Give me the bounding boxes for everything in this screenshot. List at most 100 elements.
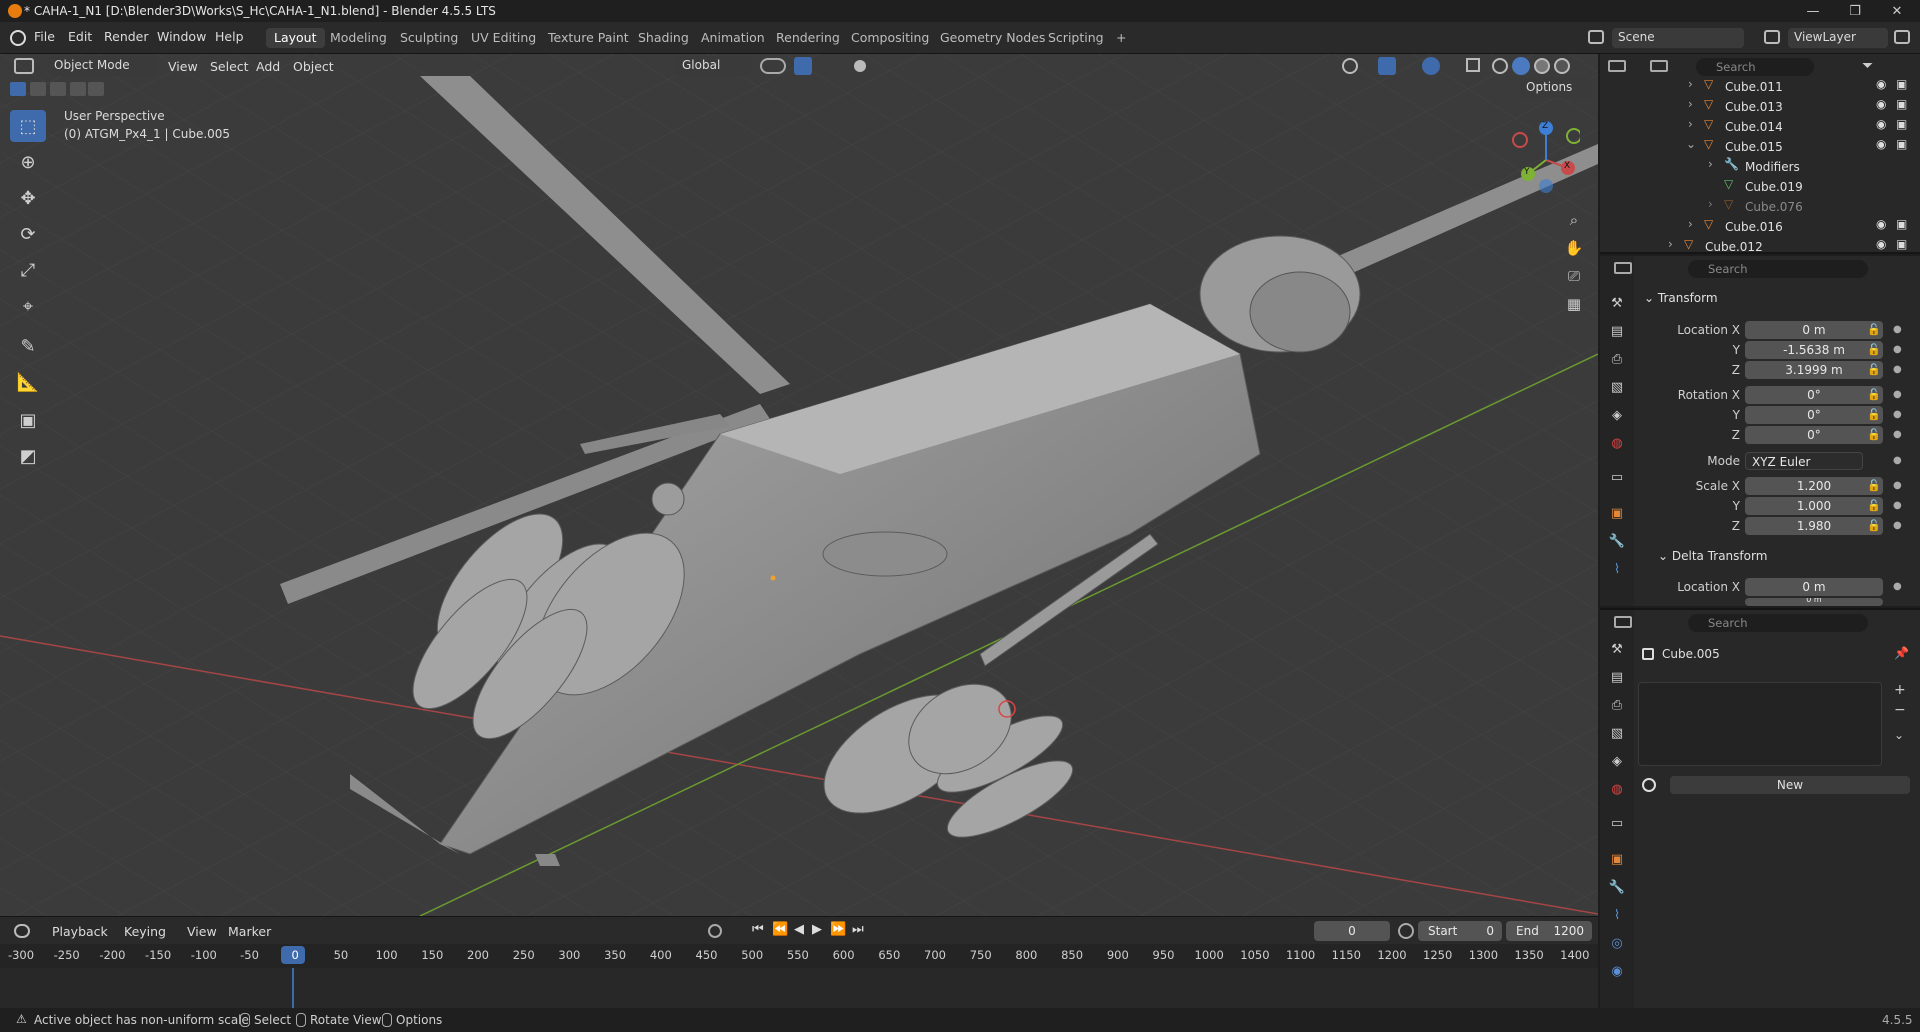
viewport-menu-view[interactable]: View bbox=[168, 59, 198, 74]
close-button[interactable]: ✕ bbox=[1876, 0, 1918, 22]
collapse-arrow-icon[interactable]: › bbox=[1708, 157, 1713, 171]
timeline-track-area[interactable] bbox=[0, 968, 1598, 1008]
view-layer-tab-icon[interactable]: ▧ bbox=[1607, 726, 1627, 746]
select-extend-mode-icon[interactable] bbox=[30, 82, 46, 96]
object-mode-dropdown[interactable]: Object Mode bbox=[48, 56, 156, 76]
current-frame-field[interactable]: 0 bbox=[1314, 921, 1390, 941]
gizmo-toggle-icon[interactable] bbox=[1378, 57, 1396, 75]
delta-location-x-field[interactable]: 0 m bbox=[1745, 578, 1883, 596]
keyframe-dot-icon[interactable]: ● bbox=[1893, 344, 1902, 355]
timeline-menu-marker[interactable]: Marker bbox=[228, 924, 271, 939]
properties-search-input[interactable]: Search bbox=[1688, 260, 1868, 278]
tab-layout[interactable]: Layout bbox=[266, 28, 325, 48]
outliner-row[interactable]: › ▽ Cube.011 ◉ ▣ bbox=[1600, 77, 1920, 97]
tab-rendering[interactable]: Rendering bbox=[768, 28, 848, 48]
outliner-row[interactable]: › ▽ Cube.012 ◉ ▣ bbox=[1600, 237, 1920, 257]
location-x-field[interactable]: 0 m bbox=[1745, 321, 1883, 339]
navigation-gizmo[interactable]: X Y Z bbox=[1500, 114, 1582, 194]
collapse-arrow-icon[interactable]: › bbox=[1688, 117, 1693, 131]
menu-help[interactable]: Help bbox=[215, 29, 244, 44]
lock-icon[interactable]: 🔓 bbox=[1867, 479, 1881, 492]
render-camera-icon[interactable]: ▣ bbox=[1896, 137, 1907, 151]
tab-shading[interactable]: Shading bbox=[630, 28, 697, 48]
extrude-tool[interactable]: ◩ bbox=[10, 440, 46, 472]
menu-file[interactable]: File bbox=[34, 29, 55, 44]
snap-icon[interactable] bbox=[794, 57, 812, 75]
scale-tool[interactable]: ⤢ bbox=[10, 254, 46, 286]
3d-viewport[interactable]: Object Mode View Select Add Object Globa… bbox=[0, 54, 1598, 916]
select-intersect-mode-icon[interactable] bbox=[88, 82, 104, 96]
outliner-editor-icon[interactable] bbox=[1608, 60, 1626, 72]
lock-icon[interactable]: 🔓 bbox=[1867, 519, 1881, 532]
lock-icon[interactable]: 🔓 bbox=[1867, 363, 1881, 376]
rotation-y-field[interactable]: 0° bbox=[1745, 406, 1883, 424]
outliner-row[interactable]: ▽ Cube.019 bbox=[1600, 177, 1920, 197]
transform-panel-header[interactable]: ⌄ Transform bbox=[1644, 291, 1718, 305]
keyframe-dot-icon[interactable]: ● bbox=[1893, 324, 1902, 335]
select-subtract-mode-icon[interactable] bbox=[50, 82, 66, 96]
keyframe-dot-icon[interactable]: ● bbox=[1893, 409, 1902, 420]
preview-range-icon[interactable] bbox=[1398, 923, 1414, 939]
transform-tool[interactable]: ⌖ bbox=[10, 290, 46, 322]
cursor-tool[interactable]: ⊕ bbox=[10, 146, 46, 178]
jump-keyframe-back-icon[interactable]: ⏪ bbox=[772, 922, 788, 937]
rotation-z-field[interactable]: 0° bbox=[1745, 426, 1883, 444]
timeline-ruler[interactable]: -300 -250 -200 -150 -100 -50 0 50 100 150 200 250 30… bbox=[0, 944, 1598, 968]
annotate-tool[interactable]: ✎ bbox=[10, 330, 46, 362]
lock-icon[interactable]: 🔓 bbox=[1867, 343, 1881, 356]
tab-geometry-nodes[interactable]: Geometry Nodes bbox=[932, 28, 1053, 48]
tab-compositing[interactable]: Compositing bbox=[843, 28, 937, 48]
blender-menu-icon[interactable] bbox=[10, 30, 26, 46]
pivot-icon[interactable] bbox=[760, 58, 786, 74]
tab-modeling[interactable]: Modeling bbox=[322, 28, 395, 48]
render-camera-icon[interactable]: ▣ bbox=[1896, 117, 1907, 131]
material-editor-icon[interactable] bbox=[1614, 616, 1632, 628]
pan-hand-icon[interactable]: ✋ bbox=[1560, 234, 1588, 262]
keyframe-dot-icon[interactable]: ● bbox=[1893, 500, 1902, 511]
viewport-menu-select[interactable]: Select bbox=[210, 59, 249, 74]
scale-x-field[interactable]: 1.200 bbox=[1745, 477, 1883, 495]
delta-location-y-field[interactable]: 0 m bbox=[1745, 598, 1883, 606]
outliner-row[interactable]: › ▽ Cube.016 ◉ ▣ bbox=[1600, 217, 1920, 237]
render-camera-icon[interactable]: ▣ bbox=[1896, 77, 1907, 91]
select-box-mode-icon[interactable] bbox=[10, 82, 26, 96]
display-mode-icon[interactable] bbox=[1650, 60, 1668, 72]
editor-type-icon[interactable] bbox=[14, 58, 34, 74]
minimize-button[interactable]: — bbox=[1792, 0, 1834, 22]
maximize-button[interactable]: ❐ bbox=[1834, 0, 1876, 22]
new-material-button[interactable]: New bbox=[1670, 776, 1910, 794]
zoom-icon[interactable]: ⌕ bbox=[1560, 206, 1588, 234]
xray-toggle-icon[interactable] bbox=[1466, 58, 1480, 72]
proportional-edit-icon[interactable] bbox=[854, 60, 866, 72]
material-shading-icon[interactable] bbox=[1534, 58, 1550, 74]
timeline-menu-playback[interactable]: Playback bbox=[52, 924, 108, 939]
tool-tab-icon[interactable]: ⚒ bbox=[1607, 642, 1627, 662]
world-tab-icon[interactable]: ◍ bbox=[1607, 782, 1627, 802]
properties-editor-icon[interactable] bbox=[1614, 262, 1632, 274]
lock-icon[interactable]: 🔓 bbox=[1867, 428, 1881, 441]
collapse-arrow-icon[interactable]: › bbox=[1688, 217, 1693, 231]
object-tab-icon[interactable]: ▣ bbox=[1607, 852, 1627, 872]
tab-uv-editing[interactable]: UV Editing bbox=[463, 28, 544, 48]
delta-transform-panel-header[interactable]: ⌄ Delta Transform bbox=[1658, 549, 1767, 563]
keyframe-dot-icon[interactable]: ● bbox=[1893, 389, 1902, 400]
outliner-row[interactable]: › ▽ Cube.076 bbox=[1600, 197, 1920, 217]
measure-tool[interactable]: 📐 bbox=[10, 366, 46, 398]
timeline-menu-keying[interactable]: Keying bbox=[124, 924, 166, 939]
expand-arrow-icon[interactable]: ⌄ bbox=[1686, 137, 1696, 151]
material-slot-list[interactable] bbox=[1638, 682, 1882, 766]
outliner-row[interactable]: › ▽ Cube.014 ◉ ▣ bbox=[1600, 117, 1920, 137]
menu-window[interactable]: Window bbox=[157, 29, 206, 44]
add-cube-tool[interactable]: ▣ bbox=[10, 404, 46, 436]
scale-z-field[interactable]: 1.980 bbox=[1745, 517, 1883, 535]
wireframe-shading-icon[interactable] bbox=[1492, 58, 1508, 74]
visibility-eye-icon[interactable]: ◉ bbox=[1876, 77, 1886, 91]
collapse-arrow-icon[interactable]: › bbox=[1688, 77, 1693, 91]
tab-sculpting[interactable]: Sculpting bbox=[392, 28, 466, 48]
outliner-search-input[interactable]: Search bbox=[1696, 58, 1814, 76]
overlay-toggle-icon[interactable] bbox=[1422, 57, 1440, 75]
keyframe-dot-icon[interactable]: ● bbox=[1893, 364, 1902, 375]
tab-scripting[interactable]: Scripting bbox=[1040, 28, 1112, 48]
start-frame-field[interactable]: Start 0 bbox=[1418, 921, 1502, 941]
render-camera-icon[interactable]: ▣ bbox=[1896, 237, 1907, 251]
